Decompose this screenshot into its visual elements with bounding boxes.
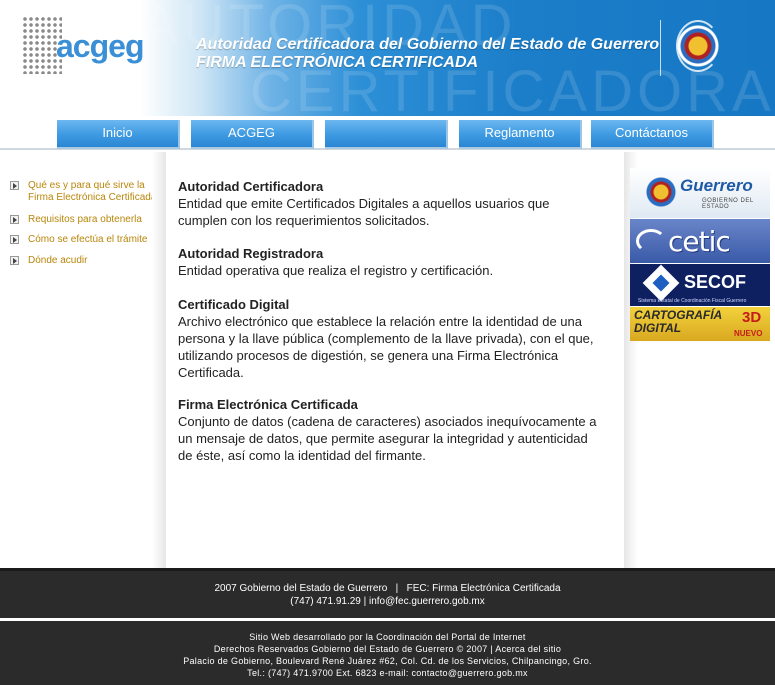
section-body: Archivo electrónico que establece la rel… xyxy=(178,314,594,380)
footer-line1: 2007 Gobierno del Estado de Guerrero | F… xyxy=(214,583,561,594)
sidebar-item-que-es[interactable]: Qué es y para qué sirve la Firma Electró… xyxy=(10,180,158,204)
banner-secof[interactable]: SECOF Sistema Estatal de Coordinación Fi… xyxy=(630,264,770,306)
seal-ring xyxy=(676,20,720,72)
site-header: AUTORIDAD CERTIFICADORA acgeg Autoridad … xyxy=(0,0,775,116)
banner-cartografia-line2: DIGITAL xyxy=(634,321,682,335)
banner-guerrero-subtitle: GOBIERNO DEL ESTADO xyxy=(702,198,754,210)
sidebar-item-label: Cómo se efectúa el trámite xyxy=(28,234,148,245)
footer-contact[interactable]: (747) 471.91.29 | info@fec.guerrero.gob.… xyxy=(0,596,775,607)
guerrero-seal-icon xyxy=(644,172,678,212)
section-autoridad-certificadora: Autoridad Certificadora Entidad que emit… xyxy=(178,178,598,229)
column-shadow-left xyxy=(152,152,166,568)
banner-cartografia-line1: CARTOGRAFÍA xyxy=(634,308,723,322)
secof-diamond-icon xyxy=(642,264,680,302)
section-body: Entidad que emite Certificados Digitales… xyxy=(178,196,550,228)
arrow-bullet-icon xyxy=(10,181,19,190)
section-title: Certificado Digital xyxy=(178,297,290,312)
section-title: Autoridad Registradora xyxy=(178,246,324,261)
footer-credit-line: Sitio Web desarrollado por la Coordinaci… xyxy=(249,632,526,642)
header-title-line1: Autoridad Certificadora del Gobierno del… xyxy=(196,36,660,53)
acgeg-logo[interactable]: acgeg xyxy=(22,16,144,76)
nav-blank[interactable] xyxy=(325,120,448,149)
section-body: Conjunto de datos (cadena de caracteres)… xyxy=(178,414,597,463)
logo-text: acgeg xyxy=(56,28,144,64)
arrow-bullet-icon xyxy=(10,235,19,244)
arrow-bullet-icon xyxy=(10,256,19,265)
sidebar-item-label: Dónde acudir xyxy=(28,255,88,266)
banner-cartografia-title: CARTOGRAFÍA DIGITAL xyxy=(634,309,722,335)
header-title: Autoridad Certificadora del Gobierno del… xyxy=(196,36,659,72)
arrow-bullet-icon xyxy=(10,215,19,224)
footer-credit-line[interactable]: Tel.: (747) 471.9700 Ext. 6823 e-mail: c… xyxy=(0,667,775,679)
section-body: Entidad operativa que realiza el registr… xyxy=(178,263,494,278)
banner-cartografia-badge: 3D xyxy=(742,309,762,326)
section-autoridad-registradora: Autoridad Registradora Entidad operativa… xyxy=(178,245,598,279)
sidebar-item-donde-acudir[interactable]: Dónde acudir xyxy=(10,255,158,267)
section-certificado-digital: Certificado Digital Archivo electrónico … xyxy=(178,296,598,381)
header-title-line2: FIRMA ELECTRÓNICA CERTIFICADA xyxy=(196,54,479,71)
nav-contactanos[interactable]: Contáctanos xyxy=(591,120,714,149)
cetic-swoosh-icon xyxy=(636,229,666,253)
section-title: Autoridad Certificadora xyxy=(178,179,324,194)
banner-guerrero[interactable]: Guerrero GOBIERNO DEL ESTADO xyxy=(630,168,770,218)
banner-secof-title: SECOF xyxy=(684,272,747,292)
banner-cetic[interactable]: cetic xyxy=(630,219,770,263)
banner-secof-subtitle: Sistema Estatal de Coordinación Fiscal G… xyxy=(638,298,747,304)
nav-inicio[interactable]: Inicio xyxy=(57,120,180,149)
footer-credit-line[interactable]: Derechos Reservados Gobierno del Estado … xyxy=(0,643,775,655)
nav-acgeg[interactable]: ACGEG xyxy=(191,120,314,149)
footer-credit-line: Palacio de Gobierno, Boulevard René Juár… xyxy=(183,656,592,666)
sidebar-item-label: Requisitos para obtenerla xyxy=(28,214,142,225)
banner-cartografia[interactable]: CARTOGRAFÍA DIGITAL 3D NUEVO xyxy=(630,307,770,341)
section-firma-electronica: Firma Electrónica Certificada Conjunto d… xyxy=(178,396,598,464)
nav-reglamento[interactable]: Reglamento xyxy=(459,120,582,149)
sidebar-item-requisitos[interactable]: Requisitos para obtenerla xyxy=(10,214,158,226)
footer-primary: 2007 Gobierno del Estado de Guerrero | F… xyxy=(0,568,775,618)
banner-guerrero-title: Guerrero xyxy=(680,176,753,195)
header-divider xyxy=(660,20,661,76)
banner-cartografia-tag: NUEVO xyxy=(734,329,763,338)
footer-credits: Sitio Web desarrollado por la Coordinaci… xyxy=(0,621,775,685)
sidebar-item-label: Qué es y para qué sirve la Firma Electró… xyxy=(28,180,157,203)
banner-cetic-title: cetic xyxy=(668,225,731,258)
sidebar-item-tramite[interactable]: Cómo se efectúa el trámite xyxy=(10,234,158,246)
section-title: Firma Electrónica Certificada xyxy=(178,397,358,412)
